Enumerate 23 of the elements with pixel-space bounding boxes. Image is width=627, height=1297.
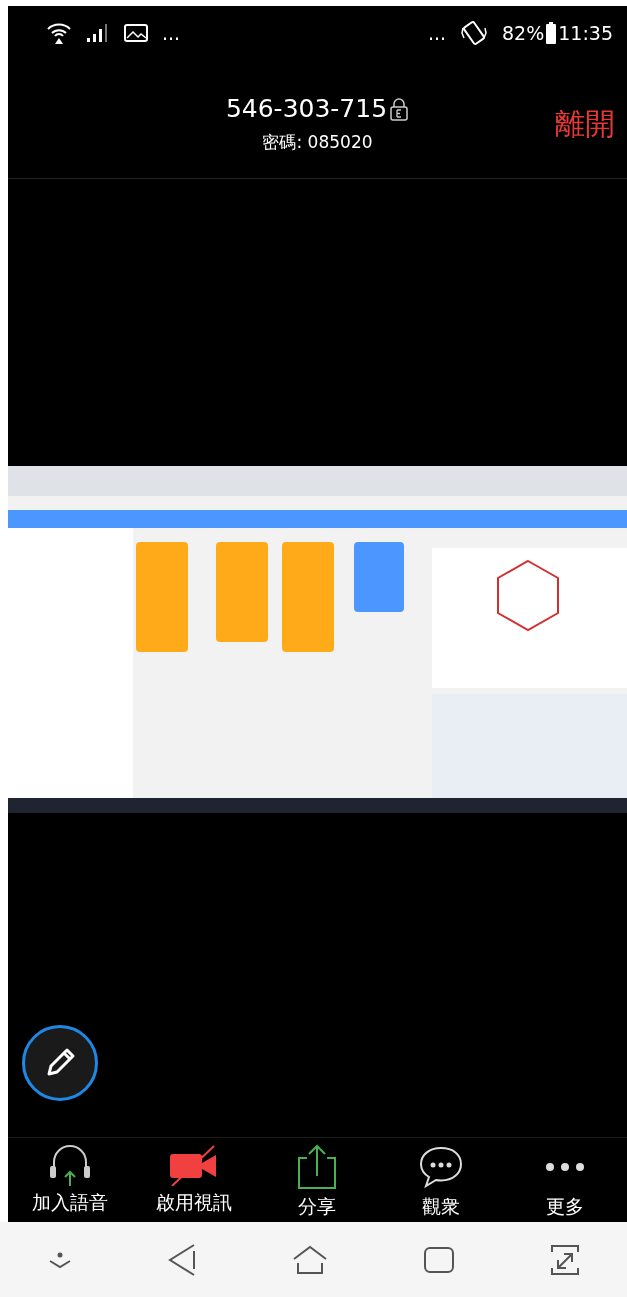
vibrate-icon — [460, 20, 488, 46]
back-button[interactable] — [167, 1242, 198, 1277]
toolbar-button[interactable]: 觀衆 — [379, 1138, 504, 1222]
battery-icon — [546, 22, 557, 44]
signal-icon — [86, 23, 110, 43]
toolbar-button[interactable]: 分享 — [255, 1138, 380, 1222]
battery-percentage: 82% — [502, 22, 545, 44]
toolbar-button[interactable]: 啟用視訊 — [131, 1138, 256, 1222]
notification-overflow: ... — [162, 22, 181, 44]
meeting-password: 密碼: 085020 — [262, 131, 373, 154]
recent-apps-button[interactable] — [423, 1245, 456, 1274]
toolbar-button[interactable]: 更多 — [503, 1138, 627, 1222]
rotate-screen-button[interactable] — [549, 1243, 580, 1276]
meeting-id: 546-303-715 — [225, 94, 388, 123]
lock-icon — [389, 96, 410, 121]
home-button[interactable] — [292, 1244, 329, 1275]
wifi-icon — [46, 21, 72, 45]
image-icon — [124, 23, 148, 43]
more-icon — [546, 1163, 585, 1171]
notification-overflow: ... — [427, 22, 446, 44]
clock-time: 11:35 — [558, 22, 613, 44]
leave-button[interactable]: 離開 — [555, 104, 615, 145]
toolbar-button[interactable]: 加入語音 — [8, 1138, 132, 1222]
